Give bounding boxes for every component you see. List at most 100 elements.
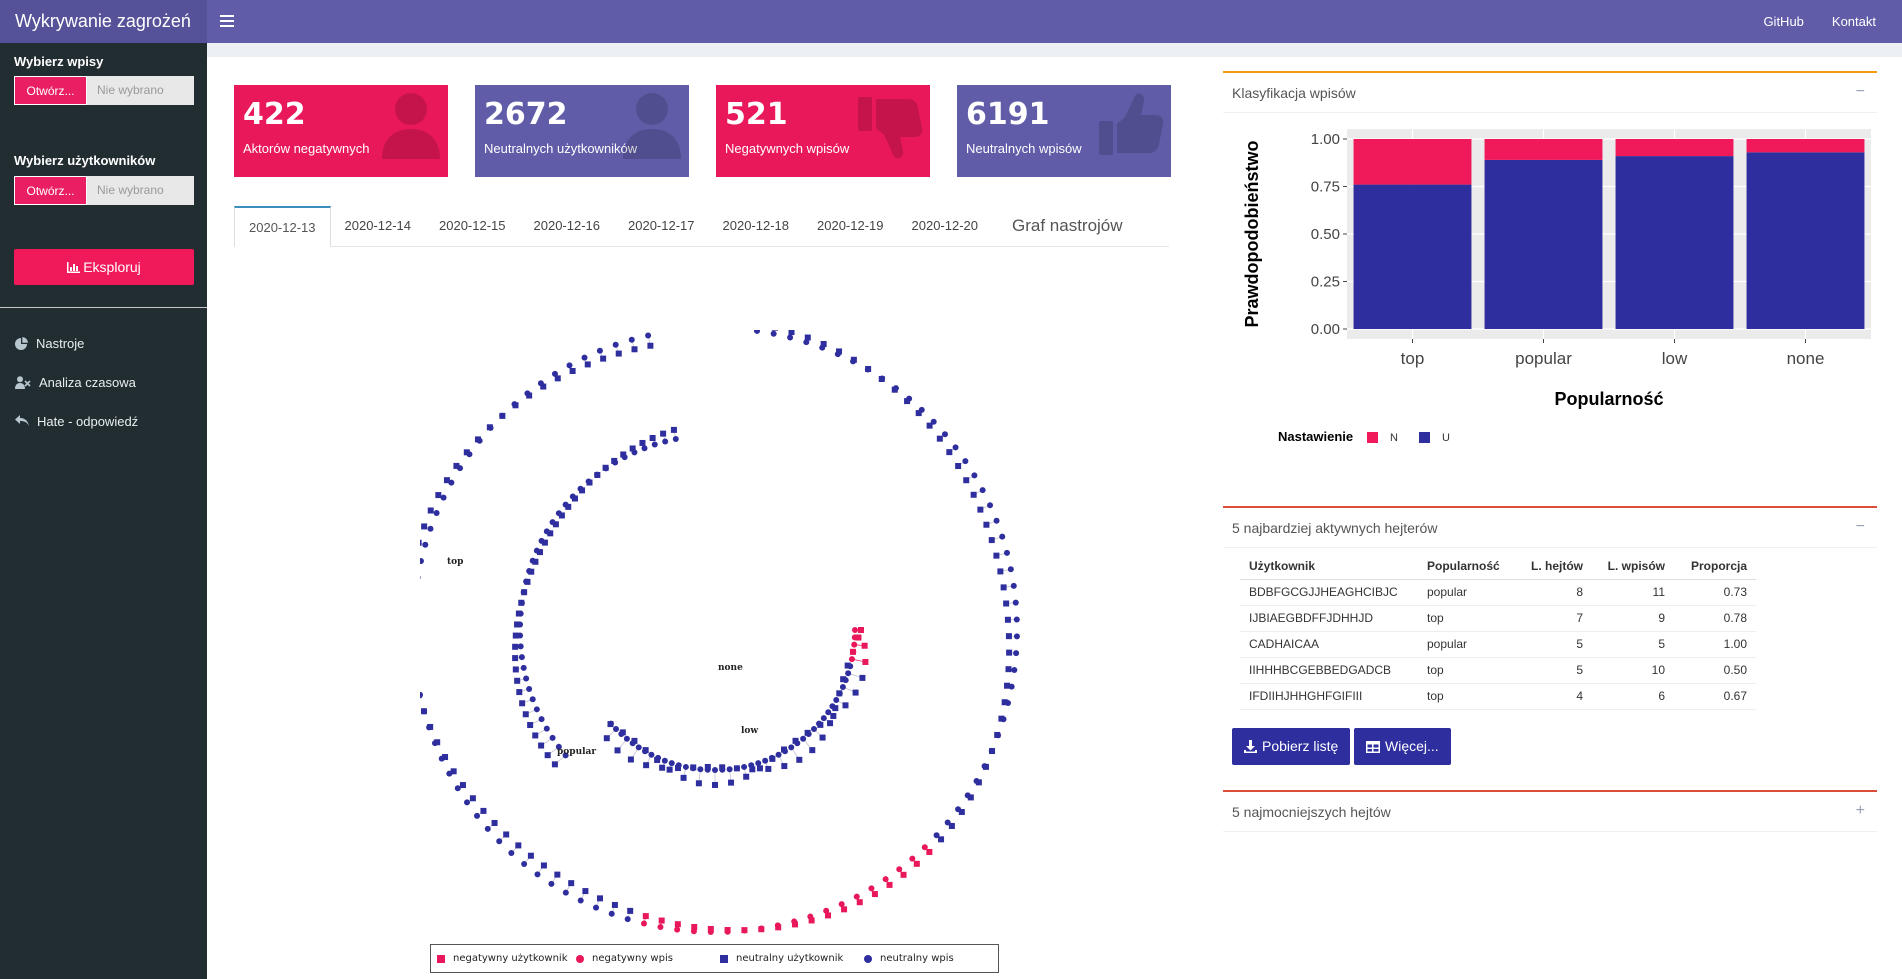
graph-node[interactable] [613, 725, 620, 732]
graph-node[interactable] [523, 675, 530, 682]
graph-node[interactable] [756, 765, 763, 772]
graph-node[interactable] [787, 334, 794, 341]
sentiment-network-graph[interactable]: top none low popular [420, 330, 1040, 942]
graph-node[interactable] [674, 921, 681, 928]
graph-node[interactable] [562, 889, 569, 896]
graph-node[interactable] [704, 763, 711, 770]
column-header[interactable]: L. hejtów [1516, 553, 1592, 580]
graph-node[interactable] [848, 656, 855, 663]
menu-toggle-icon[interactable] [220, 12, 234, 30]
graph-node[interactable] [450, 768, 457, 775]
graph-node[interactable] [499, 412, 506, 419]
graph-node[interactable] [988, 537, 995, 544]
graph-node[interactable] [534, 871, 541, 878]
graph-node[interactable] [661, 757, 668, 764]
column-header[interactable]: Użytkownik [1240, 553, 1418, 580]
tab-2020-12-13[interactable]: 2020-12-13 [234, 206, 331, 247]
graph-node[interactable] [982, 763, 989, 770]
graph-node[interactable] [568, 880, 575, 887]
graph-node[interactable] [631, 737, 638, 744]
graph-node[interactable] [540, 383, 547, 390]
graph-node[interactable] [712, 767, 718, 773]
graph-node[interactable] [952, 444, 959, 451]
graph-node[interactable] [825, 912, 832, 919]
graph-node[interactable] [707, 925, 714, 932]
graph-node[interactable] [469, 795, 476, 802]
graph-node[interactable] [1010, 582, 1017, 589]
graph-node[interactable] [958, 808, 965, 815]
graph-node[interactable] [624, 916, 631, 923]
graph-node[interactable] [695, 780, 702, 787]
contact-link[interactable]: Kontakt [1818, 0, 1890, 43]
graph-node[interactable] [544, 752, 551, 759]
graph-node[interactable] [1013, 650, 1020, 657]
graph-node[interactable] [948, 822, 955, 829]
graph-node[interactable] [607, 721, 614, 728]
column-header[interactable]: L. wpisów [1592, 553, 1674, 580]
graph-node[interactable] [809, 747, 816, 754]
graph-node[interactable] [464, 799, 471, 806]
graph-node[interactable] [442, 754, 449, 761]
graph-node[interactable] [565, 503, 572, 510]
graph-node[interactable] [491, 819, 498, 826]
graph-node[interactable] [533, 706, 540, 713]
graph-node[interactable] [521, 861, 528, 868]
graph-node[interactable] [514, 621, 521, 628]
graph-node[interactable] [896, 866, 903, 873]
graph-node[interactable] [728, 779, 735, 786]
graph-node[interactable] [642, 913, 649, 920]
graph-node[interactable] [819, 734, 826, 741]
graph-node[interactable] [839, 683, 846, 690]
tab-2020-12-18[interactable]: 2020-12-18 [709, 206, 804, 246]
graph-node[interactable] [643, 762, 650, 769]
graph-node[interactable] [527, 852, 534, 859]
graph-node[interactable] [808, 917, 815, 924]
download-list-button[interactable]: Pobierz listę [1232, 728, 1351, 765]
graph-node[interactable] [453, 462, 460, 469]
sidebar-item-nastroje[interactable]: Nastroje [15, 333, 84, 353]
graph-node[interactable] [804, 729, 811, 736]
graph-node[interactable] [871, 891, 878, 898]
graph-node[interactable] [841, 906, 848, 913]
graph-node[interactable] [987, 502, 994, 509]
users-file-input[interactable]: Otwórz... Nie wybrano [14, 176, 194, 205]
graph-node[interactable] [1001, 699, 1008, 706]
graph-node[interactable] [670, 426, 677, 433]
graph-node[interactable] [840, 676, 847, 683]
graph-node[interactable] [771, 330, 778, 331]
posts-file-input[interactable]: Otwórz... Nie wybrano [14, 76, 194, 105]
graph-node[interactable] [856, 899, 863, 906]
graph-node[interactable] [519, 700, 526, 707]
graph-node[interactable] [420, 539, 422, 546]
graph-node[interactable] [516, 689, 523, 696]
graph-node[interactable] [955, 463, 962, 470]
more-button[interactable]: Więcej... [1354, 728, 1451, 765]
graph-node[interactable] [554, 871, 561, 878]
graph-node[interactable] [936, 435, 943, 442]
graph-node[interactable] [596, 895, 603, 902]
graph-node[interactable] [675, 765, 682, 772]
collapse-icon[interactable]: − [1856, 83, 1865, 101]
graph-node[interactable] [503, 831, 510, 838]
graph-node[interactable] [569, 367, 576, 374]
graph-node[interactable] [865, 365, 872, 372]
graph-node[interactable] [842, 702, 849, 709]
graph-node[interactable] [1005, 633, 1012, 640]
graph-node[interactable] [427, 525, 434, 532]
graph-node[interactable] [648, 751, 655, 758]
expand-icon[interactable]: + [1856, 802, 1865, 820]
app-title[interactable]: Wykrywanie zagrożeń [0, 0, 207, 43]
graph-node[interactable] [993, 552, 1000, 559]
graph-node[interactable] [512, 402, 519, 409]
graph-node[interactable] [662, 438, 669, 445]
graph-node[interactable] [788, 330, 795, 336]
graph-node[interactable] [549, 734, 556, 741]
graph-node[interactable] [552, 521, 559, 528]
graph-node[interactable] [547, 530, 554, 537]
graph-node[interactable] [657, 924, 664, 931]
graph-node[interactable] [629, 445, 636, 452]
graph-node[interactable] [524, 578, 531, 585]
graph-node[interactable] [853, 893, 860, 900]
graph-node[interactable] [1004, 616, 1011, 623]
graph-node[interactable] [422, 541, 429, 548]
